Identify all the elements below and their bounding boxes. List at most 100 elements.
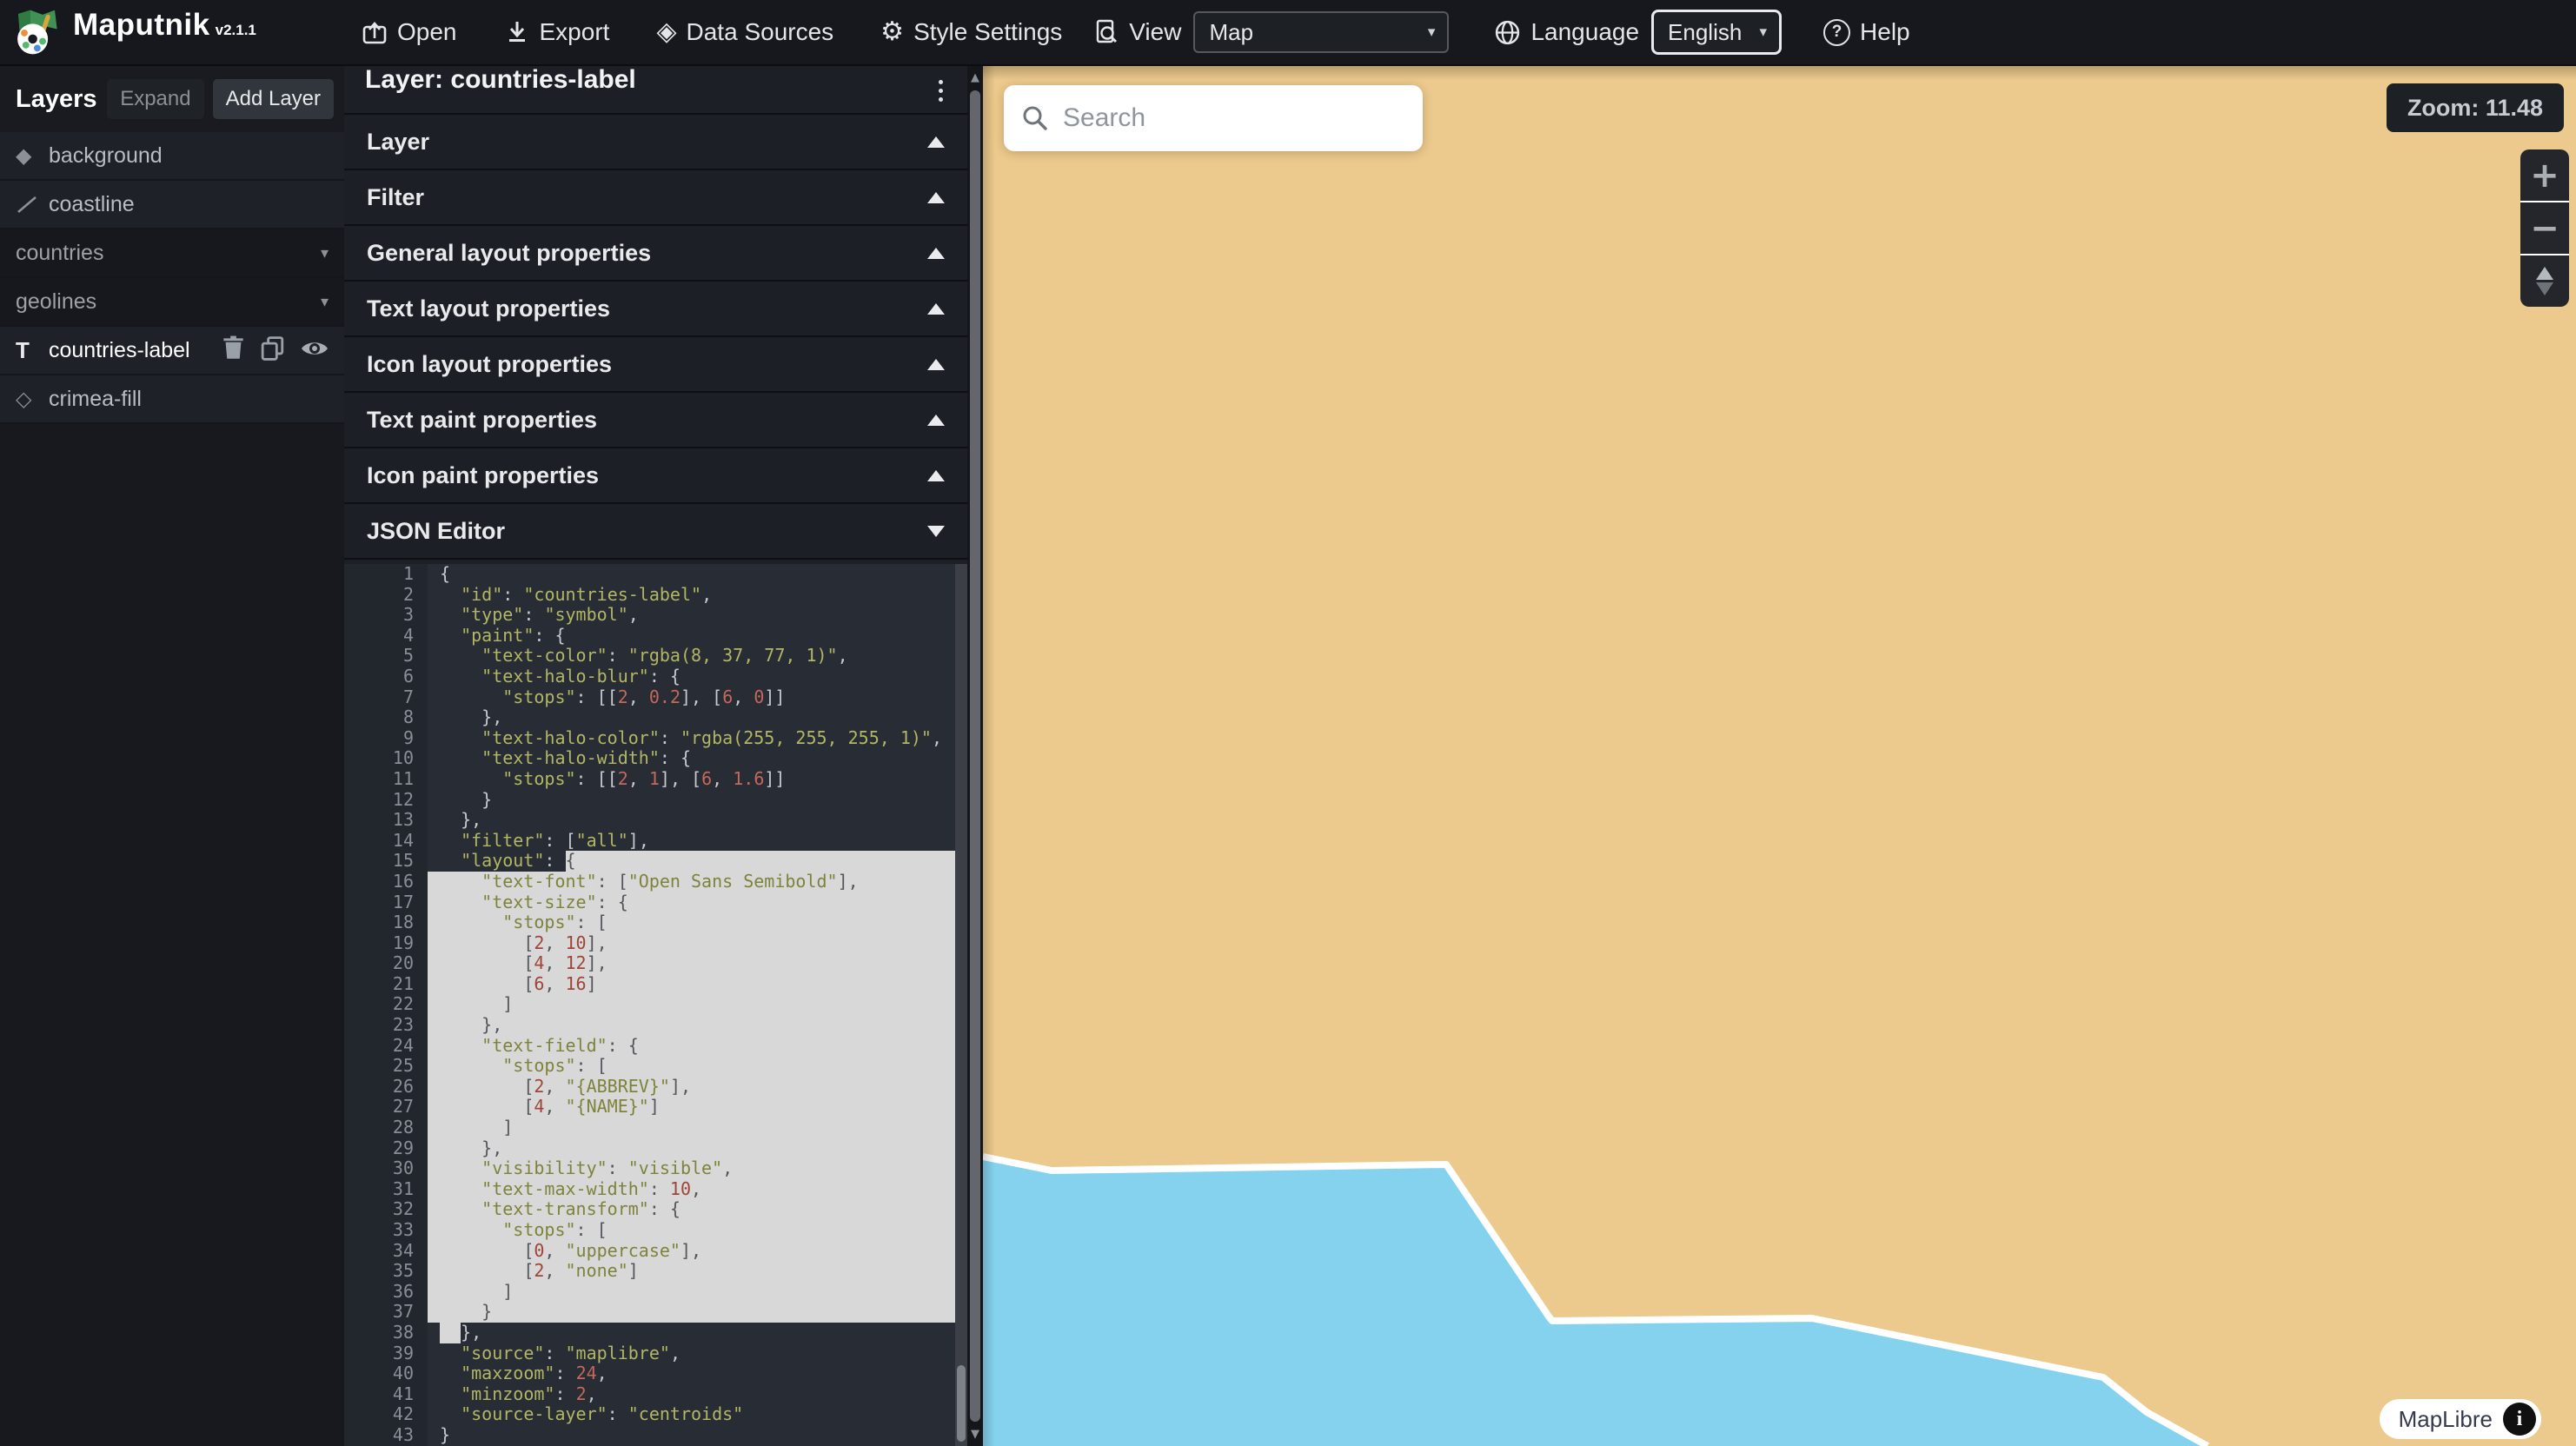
search-input[interactable]: Search: [1063, 103, 1145, 133]
attribution-link[interactable]: MapLibre: [2399, 1406, 2493, 1433]
code-line: 15 "layout": {: [344, 851, 967, 872]
layers-sidebar: Layers Expand Add Layer ◆background coast…: [0, 66, 344, 1446]
code-line: 36 ]: [344, 1282, 967, 1303]
section-label: Layer: [367, 129, 927, 156]
line-number: 24: [344, 1036, 428, 1057]
water-polygon: [983, 1157, 2208, 1446]
code-text: "source-layer": "centroids": [428, 1404, 967, 1425]
layers-header: Layers Expand Add Layer: [0, 66, 344, 132]
map-search-box[interactable]: Search: [1004, 85, 1423, 151]
line-number: 27: [344, 1097, 428, 1118]
code-text: }: [428, 1302, 967, 1323]
line-number: 14: [344, 831, 428, 852]
layer-item-crimea-fill[interactable]: ◇crimea-fill: [0, 375, 344, 424]
data-sources-button[interactable]: ◈ Data Sources: [656, 18, 833, 46]
line-number: 35: [344, 1261, 428, 1282]
section-layer[interactable]: Layer: [344, 115, 967, 170]
map-canvas[interactable]: Search Zoom: 11.48 + − MapLibre i: [983, 66, 2576, 1446]
open-button[interactable]: Open: [362, 18, 457, 46]
layer-item-coastline[interactable]: coastline: [0, 181, 344, 229]
code-text: "maxzoom": 24,: [428, 1363, 967, 1384]
section-text-layout-properties[interactable]: Text layout properties: [344, 282, 967, 337]
line-number: 9: [344, 728, 428, 749]
code-line: 32 "text-transform": {: [344, 1199, 967, 1220]
view-select[interactable]: Map ▾: [1193, 11, 1449, 53]
section-label: Filter: [367, 184, 927, 211]
delete-layer-icon[interactable]: [222, 335, 245, 365]
export-button[interactable]: Export: [504, 18, 610, 46]
layer-menu-kebab-icon[interactable]: [935, 76, 946, 105]
line-number: 38: [344, 1323, 428, 1343]
code-line: 10 "text-halo-width": {: [344, 748, 967, 769]
chevron-down-icon: ▾: [1428, 23, 1436, 41]
map-top-shadow: [983, 66, 2576, 80]
line-icon: [16, 193, 49, 216]
expand-button[interactable]: Expand: [107, 79, 203, 119]
app-version: v2.1.1: [216, 22, 256, 39]
export-label: Export: [540, 18, 610, 46]
code-text: [2, "{ABBREV}"],: [428, 1077, 967, 1098]
diamond-filled-icon: ◆: [16, 143, 49, 168]
section-json-editor[interactable]: JSON Editor: [344, 504, 967, 560]
section-label: JSON Editor: [367, 518, 927, 545]
line-number: 36: [344, 1282, 428, 1303]
line-number: 11: [344, 769, 428, 790]
code-line: 1{: [344, 564, 967, 585]
chevron-down-icon[interactable]: ▾: [321, 244, 329, 262]
code-text: "stops": [: [428, 912, 967, 933]
search-icon: [1021, 104, 1049, 132]
code-line: 16 "text-font": ["Open Sans Semibold"],: [344, 872, 967, 892]
panel-scrollbar[interactable]: ▲ ▼: [967, 66, 983, 1446]
language-globe-icon: [1494, 19, 1521, 46]
layer-editor-panel: Layer: countries-label LayerFilterGenera…: [344, 66, 967, 1446]
code-line: 6 "text-halo-blur": {: [344, 667, 967, 687]
chevron-down-icon[interactable]: ▾: [321, 293, 329, 311]
scroll-down-icon[interactable]: ▼: [967, 1428, 983, 1441]
layer-label: coastline: [49, 192, 329, 217]
code-line: 18 "stops": [: [344, 912, 967, 933]
expand-section-icon: [927, 470, 945, 481]
layer-group-countries[interactable]: countries▾: [0, 229, 344, 278]
layer-label: background: [49, 143, 329, 169]
editor-scrollbar-thumb[interactable]: [957, 1365, 966, 1442]
style-settings-button[interactable]: ⚙ Style Settings: [880, 18, 1062, 46]
layer-item-countries-label[interactable]: Tcountries-label: [0, 327, 344, 375]
code-line: 13 },: [344, 810, 967, 831]
help-button[interactable]: ? Help: [1823, 18, 1910, 46]
line-number: 31: [344, 1179, 428, 1200]
map-zoom-controls: + −: [2520, 149, 2569, 307]
json-editor[interactable]: 1{2 "id": "countries-label",3 "type": "s…: [344, 564, 967, 1446]
editor-scrollbar[interactable]: [955, 564, 967, 1446]
line-number: 3: [344, 605, 428, 626]
code-text: "text-color": "rgba(8, 37, 77, 1)",: [428, 646, 967, 667]
section-icon-paint-properties[interactable]: Icon paint properties: [344, 448, 967, 504]
chevron-down-icon: ▾: [1759, 23, 1767, 41]
code-text: [2, 10],: [428, 933, 967, 954]
line-number: 5: [344, 646, 428, 667]
compass-button[interactable]: [2520, 254, 2569, 307]
zoom-in-button[interactable]: +: [2520, 149, 2569, 201]
line-number: 34: [344, 1241, 428, 1262]
zoom-out-button[interactable]: −: [2520, 201, 2569, 254]
visibility-layer-icon[interactable]: [301, 338, 329, 363]
section-text-paint-properties[interactable]: Text paint properties: [344, 393, 967, 448]
section-icon-layout-properties[interactable]: Icon layout properties: [344, 337, 967, 393]
info-icon[interactable]: i: [2503, 1403, 2536, 1436]
section-label: Icon layout properties: [367, 351, 927, 378]
layer-item-background[interactable]: ◆background: [0, 132, 344, 181]
code-line: 29 },: [344, 1138, 967, 1159]
section-filter[interactable]: Filter: [344, 170, 967, 226]
code-text: "text-transform": {: [428, 1199, 967, 1220]
section-general-layout-properties[interactable]: General layout properties: [344, 226, 967, 282]
panel-scrollbar-thumb[interactable]: [970, 90, 980, 1422]
line-number: 33: [344, 1220, 428, 1241]
line-number: 42: [344, 1404, 428, 1425]
line-number: 26: [344, 1077, 428, 1098]
scroll-up-icon[interactable]: ▲: [967, 71, 983, 84]
code-text: "layout": {: [428, 851, 967, 872]
layer-group-geolines[interactable]: geolines▾: [0, 278, 344, 327]
language-select[interactable]: English ▾: [1651, 10, 1782, 55]
duplicate-layer-icon[interactable]: [261, 335, 285, 365]
line-number: 22: [344, 994, 428, 1015]
add-layer-button[interactable]: Add Layer: [213, 79, 334, 119]
